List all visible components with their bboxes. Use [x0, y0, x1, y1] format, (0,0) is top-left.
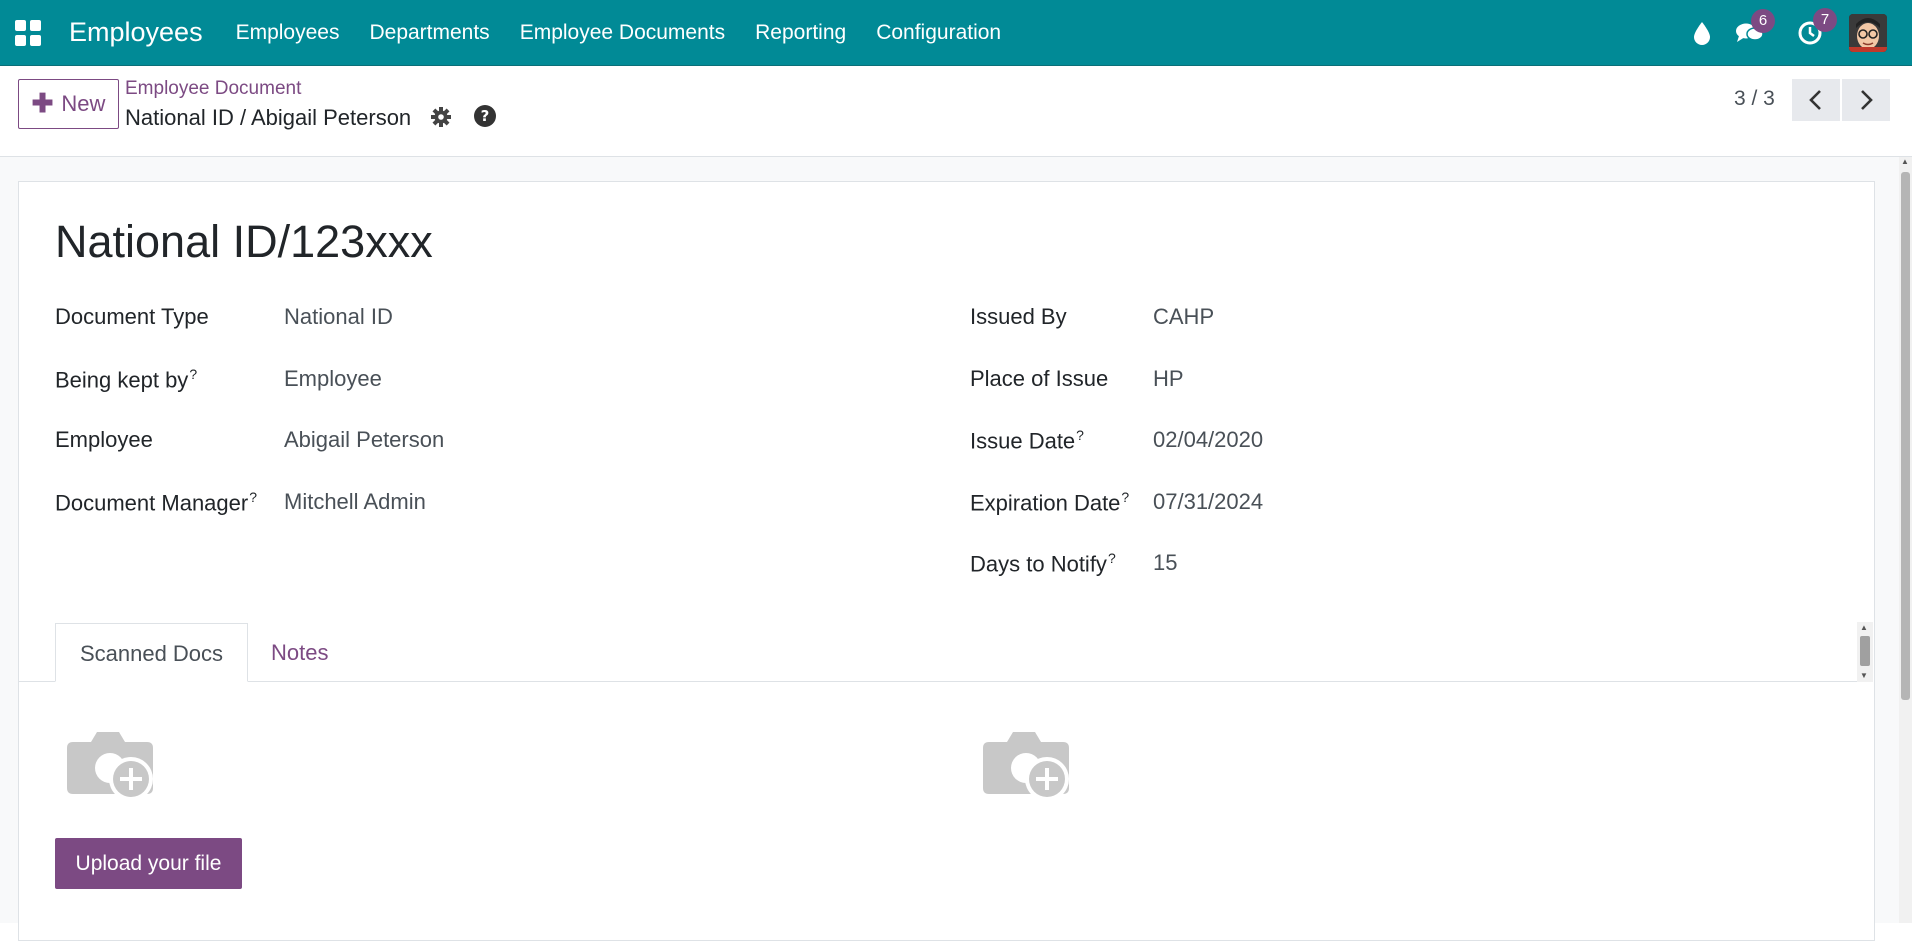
drop-icon[interactable] [1693, 21, 1711, 45]
new-button[interactable]: ✚ New [18, 79, 119, 129]
new-button-label: New [61, 91, 106, 116]
label-expiration-date: Expiration Date? [970, 489, 1130, 516]
menu-employee-documents[interactable]: Employee Documents [505, 0, 740, 66]
activity-clock-icon[interactable]: 7 [1797, 8, 1837, 46]
add-photo-camera-icon[interactable] [983, 724, 1073, 809]
menu-departments[interactable]: Departments [354, 0, 504, 66]
svg-text:?: ? [481, 107, 490, 125]
breadcrumb-parent[interactable]: Employee Document [125, 78, 301, 100]
top-navbar: Employees Employees Departments Employee… [0, 0, 1912, 66]
user-avatar[interactable] [1849, 14, 1887, 52]
menu-employees[interactable]: Employees [221, 0, 355, 66]
label-issue-date: Issue Date? [970, 427, 1084, 454]
help-tooltip-icon[interactable]: ? [1121, 489, 1129, 505]
value-employee[interactable]: Abigail Peterson [284, 427, 444, 453]
value-place-of-issue[interactable]: HP [1153, 366, 1184, 392]
value-issue-date[interactable]: 02/04/2020 [1153, 427, 1263, 453]
control-panel: ✚ New Employee Document National ID / Ab… [0, 66, 1912, 157]
scroll-up-arrow-icon[interactable]: ▲ [1901, 157, 1909, 166]
chevron-right-icon [1861, 90, 1873, 110]
help-tooltip-icon[interactable]: ? [1076, 427, 1084, 443]
upload-file-button[interactable]: Upload your file [55, 838, 242, 889]
tab-notes[interactable]: Notes [271, 623, 328, 682]
messages-icon[interactable]: 6 [1735, 9, 1775, 45]
label-issued-by: Issued By [970, 304, 1067, 329]
help-tooltip-icon[interactable]: ? [249, 489, 257, 505]
label-days-to-notify: Days to Notify? [970, 550, 1116, 577]
form-sheet [18, 181, 1875, 941]
label-employee: Employee [55, 427, 153, 452]
add-photo-camera-icon[interactable] [67, 724, 157, 809]
tabs-scrollbar[interactable]: ▲ ▼ [1857, 622, 1873, 682]
gear-icon[interactable] [430, 106, 452, 133]
help-tooltip-icon[interactable]: ? [1108, 550, 1116, 566]
help-tooltip-icon[interactable]: ? [189, 366, 197, 382]
value-being-kept-by[interactable]: Employee [284, 366, 382, 392]
help-question-icon[interactable]: ? [473, 104, 497, 133]
value-expiration-date[interactable]: 07/31/2024 [1153, 489, 1263, 515]
menu-configuration[interactable]: Configuration [861, 0, 1016, 66]
value-days-to-notify[interactable]: 15 [1153, 550, 1177, 576]
messages-badge: 6 [1751, 9, 1775, 33]
record-title[interactable]: National ID/123xxx [55, 216, 433, 268]
value-document-manager[interactable]: Mitchell Admin [284, 489, 426, 515]
chevron-left-icon [1809, 90, 1821, 110]
label-place-of-issue: Place of Issue [970, 366, 1109, 391]
scroll-up-arrow-icon[interactable]: ▲ [1860, 623, 1868, 632]
page-scrollbar-thumb[interactable] [1901, 172, 1910, 700]
value-document-type[interactable]: National ID [284, 304, 393, 330]
menu-reporting[interactable]: Reporting [740, 0, 861, 66]
breadcrumb-current: National ID / Abigail Peterson [125, 105, 412, 130]
plus-icon: ✚ [31, 88, 54, 118]
label-document-type: Document Type [55, 304, 209, 329]
scroll-down-arrow-icon[interactable]: ▼ [1860, 671, 1868, 680]
label-being-kept-by: Being kept by? [55, 366, 198, 393]
page-scrollbar[interactable]: ▲ [1899, 157, 1912, 923]
app-title[interactable]: Employees [69, 17, 203, 48]
apps-grid-icon[interactable] [14, 19, 42, 47]
pager-value[interactable]: 3 / 3 [1734, 87, 1775, 111]
label-document-manager: Document Manager? [55, 489, 258, 516]
value-issued-by[interactable]: CAHP [1153, 304, 1214, 330]
activities-badge: 7 [1813, 8, 1837, 32]
pager-next-button[interactable] [1842, 79, 1890, 121]
tabs-scrollbar-thumb[interactable] [1860, 636, 1870, 666]
tab-scanned-docs[interactable]: Scanned Docs [55, 623, 248, 682]
pager-previous-button[interactable] [1792, 79, 1840, 121]
